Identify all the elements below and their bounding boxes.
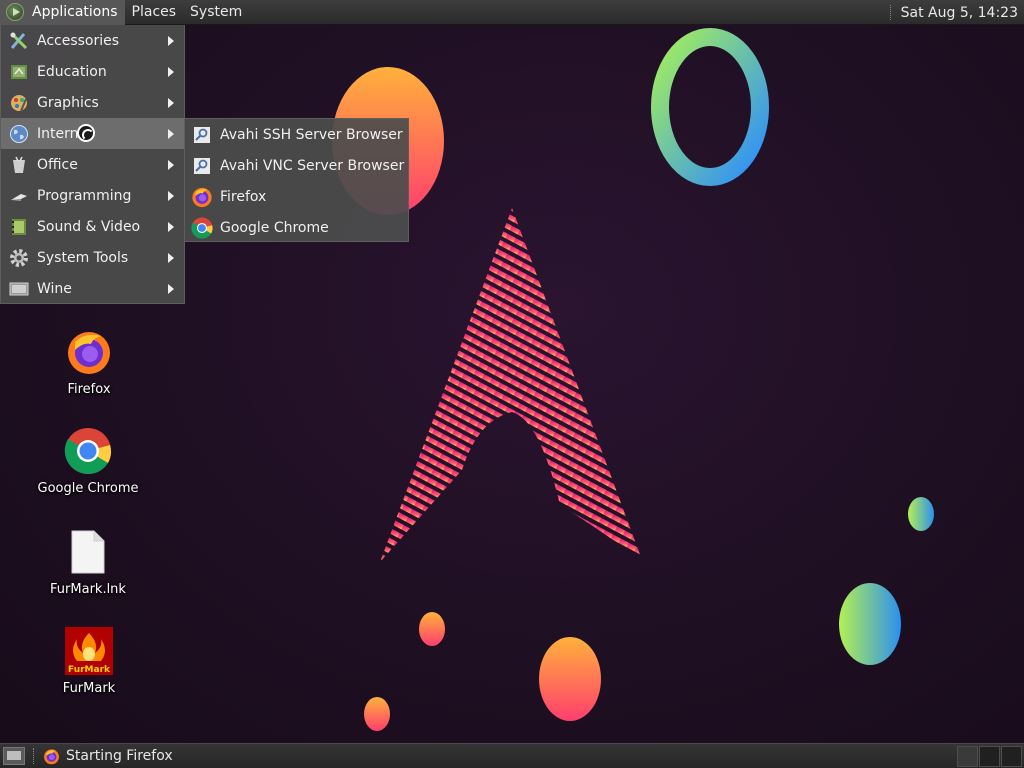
desktop-icon-firefox[interactable]: Firefox [29,327,149,397]
menu-item-education[interactable]: Education [1,56,184,87]
menu-item-programming[interactable]: Programming [1,180,184,211]
menu-item-label: Office [37,156,78,173]
avahi-icon [191,155,213,177]
submenu-item-google-chrome[interactable]: Google Chrome [185,212,408,243]
desktop-icon-label: FurMark.lnk [50,582,126,597]
sound-video-icon [8,216,30,238]
firefox-icon [191,186,213,208]
workspace-2[interactable] [979,746,1000,767]
taskbar-button-starting-firefox[interactable]: Starting Firefox [37,744,179,768]
submenu-arrow-icon [168,160,174,170]
submenu-arrow-icon [168,67,174,77]
menu-item-system-tools[interactable]: System Tools [1,242,184,273]
gear-icon [8,247,30,269]
submenu-arrow-icon [168,253,174,263]
wine-icon [8,278,30,300]
orb-orange-medium [539,637,601,721]
menu-item-wine[interactable]: Wine [1,273,184,304]
accessories-icon [8,30,30,52]
desktop-icon-label: FurMark [62,681,116,696]
applications-menu-label: Applications [32,3,118,20]
menu-item-label: Graphics [37,94,99,111]
desktop-icon-label: Google Chrome [37,481,139,496]
taskbar-label: Starting Firefox [66,748,173,764]
chrome-icon [191,216,213,239]
clock-area: Sat Aug 5, 14:23 [889,0,1024,25]
workspace-1[interactable] [957,746,978,767]
applications-dropdown: Accessories Education Graphics Internet … [0,25,185,304]
submenu-arrow-icon [168,191,174,201]
bottom-panel: Starting Firefox [0,743,1024,768]
menu-item-sound-video[interactable]: Sound & Video [1,211,184,242]
desktop-icon-furmark[interactable]: FurMark FurMark [29,626,149,696]
submenu-arrow-icon [168,129,174,139]
chrome-icon [63,426,113,476]
orb-small-1 [908,497,934,531]
menu-item-label: Accessories [37,32,120,49]
menu-item-graphics[interactable]: Graphics [1,87,184,118]
submenu-arrow-icon [168,284,174,294]
submenu-item-label: Firefox [220,188,267,205]
clock[interactable]: Sat Aug 5, 14:23 [901,5,1024,21]
desktop-icon-google-chrome[interactable]: Google Chrome [28,426,148,496]
internet-submenu: Avahi SSH Server Browser Avahi VNC Serve… [184,118,409,242]
orb-orange-tiny [364,697,390,731]
gradient-ring [651,28,769,186]
orb-medium [839,583,901,665]
furmark-icon: FurMark [64,626,114,676]
furmark-icon-text: FurMark [68,665,111,675]
menu-item-accessories[interactable]: Accessories [1,25,184,56]
workspace-switcher [956,746,1022,767]
menu-item-label: Sound & Video [37,218,141,235]
submenu-arrow-icon [168,98,174,108]
submenu-item-avahi-ssh[interactable]: Avahi SSH Server Browser [185,119,408,150]
submenu-item-avahi-vnc[interactable]: Avahi VNC Server Browser [185,150,408,181]
programming-icon [8,185,30,207]
avahi-icon [191,124,213,146]
menu-item-label: Education [37,63,107,80]
system-menu[interactable]: System [183,0,249,25]
submenu-item-label: Avahi SSH Server Browser [220,126,403,143]
firefox-icon [44,748,59,764]
file-icon [63,527,113,577]
submenu-arrow-icon [168,36,174,46]
submenu-arrow-icon [168,222,174,232]
orb-orange-small [419,612,445,646]
firefox-icon [64,327,114,377]
distro-logo-icon [6,3,24,21]
submenu-item-firefox[interactable]: Firefox [185,181,408,212]
graphics-icon [8,92,30,114]
applications-menu[interactable]: Applications [0,0,125,25]
arch-logo [380,208,642,562]
desktop-icon-furmark-lnk[interactable]: FurMark.lnk [28,527,148,597]
desktop-icon-label: Firefox [67,382,111,397]
menu-item-label: Programming [37,187,132,204]
places-menu[interactable]: Places [125,0,184,25]
show-desktop-button[interactable] [3,747,25,765]
menu-item-label: Wine [37,280,72,297]
education-icon [8,61,30,83]
submenu-item-label: Google Chrome [220,219,329,236]
globe-icon [8,123,30,145]
busy-cursor-icon [77,124,95,142]
menu-item-label: System Tools [37,249,129,266]
office-icon [8,154,30,176]
workspace-3[interactable] [1001,746,1022,767]
top-panel: Applications Places System Sat Aug 5, 14… [0,0,1024,25]
menu-item-office[interactable]: Office [1,149,184,180]
panel-separator [889,5,894,20]
submenu-item-label: Avahi VNC Server Browser [220,157,405,174]
